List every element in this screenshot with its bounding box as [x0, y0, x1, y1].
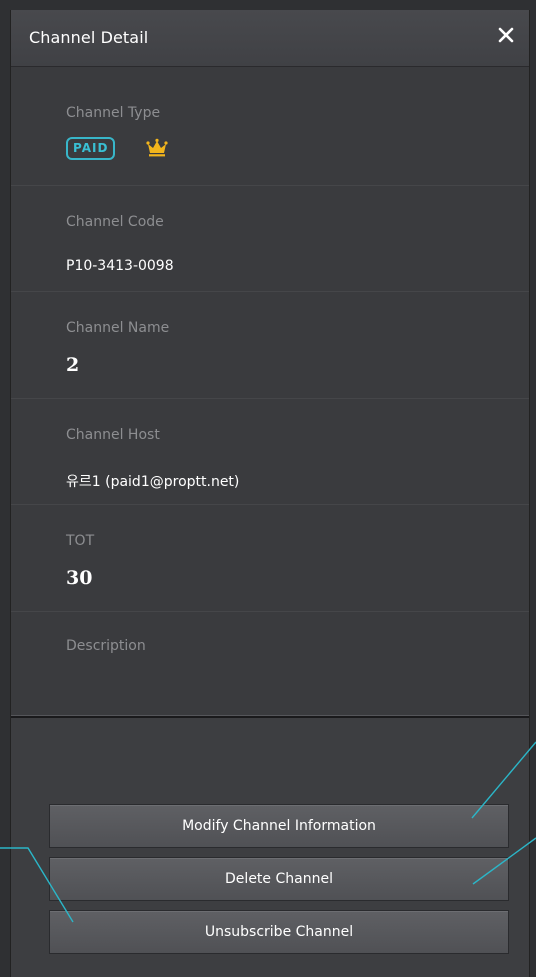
field-channel-host: Channel Host 유르1 (paid1@proptt.net) — [11, 399, 529, 505]
close-icon[interactable] — [493, 22, 519, 48]
field-description: Description — [11, 612, 529, 715]
panel-title: Channel Detail — [29, 28, 149, 47]
channel-name-label: Channel Name — [66, 320, 170, 336]
unsubscribe-channel-button[interactable]: Unsubscribe Channel — [49, 910, 509, 954]
modify-channel-button[interactable]: Modify Channel Information — [49, 804, 509, 848]
channel-type-label: Channel Type — [66, 105, 161, 121]
field-channel-name: Channel Name 2 — [11, 292, 529, 399]
tot-label: TOT — [66, 533, 95, 549]
channel-code-label: Channel Code — [66, 214, 164, 230]
paid-badge: PAID — [66, 137, 116, 160]
description-label: Description — [66, 638, 146, 654]
channel-name-value: 2 — [66, 354, 80, 376]
action-footer: Modify Channel Information Delete Channe… — [11, 718, 529, 977]
channel-host-label: Channel Host — [66, 427, 160, 443]
titlebar: Channel Detail — [11, 10, 529, 67]
channel-host-value: 유르1 (paid1@proptt.net) — [66, 474, 240, 490]
tot-value: 30 — [66, 567, 93, 589]
field-channel-code: Channel Code P10-3413-0098 — [11, 186, 529, 292]
channel-detail-panel: Channel Detail Channel Type PAID Channel… — [10, 10, 530, 977]
field-channel-type: Channel Type PAID — [11, 67, 529, 186]
screen: Channel Detail Channel Type PAID Channel… — [0, 0, 536, 977]
delete-channel-button[interactable]: Delete Channel — [49, 857, 509, 901]
channel-code-value: P10-3413-0098 — [66, 258, 174, 274]
field-tot: TOT 30 — [11, 505, 529, 612]
detail-content: Channel Type PAID Channel Code P10-3413-… — [11, 67, 529, 715]
crown-icon — [146, 138, 168, 157]
